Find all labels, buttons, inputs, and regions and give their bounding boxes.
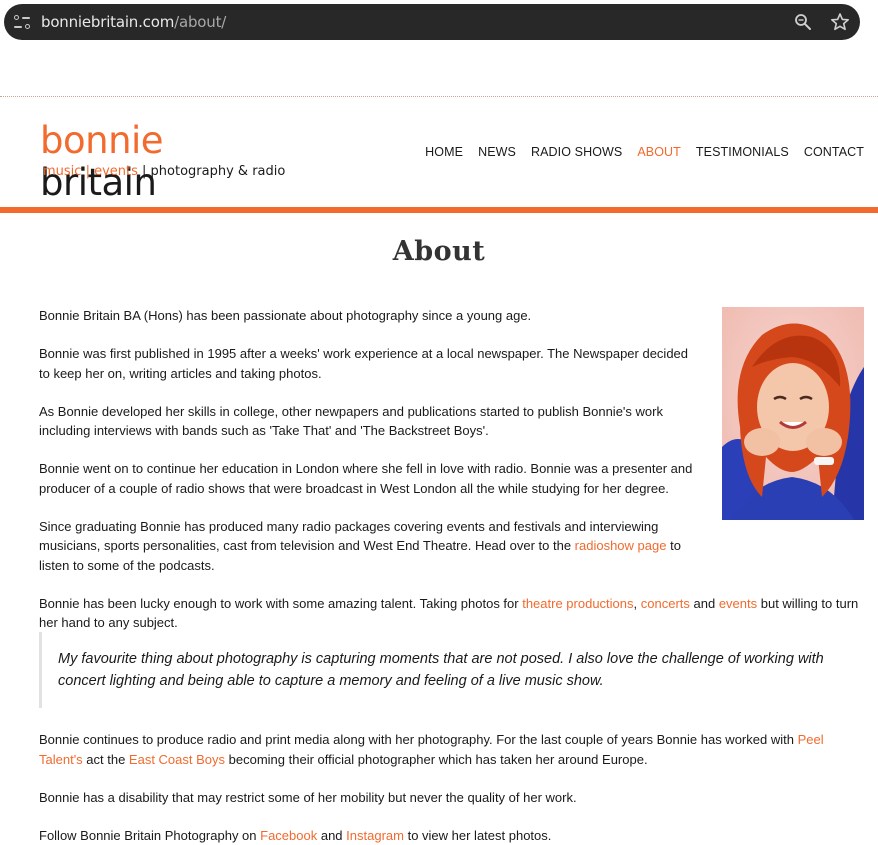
paragraph-talent-sep: , [633, 595, 641, 611]
paragraph-follow-and: and [317, 827, 347, 843]
main-navigation: HOME NEWS RADIO SHOWS ABOUT TESTIMONIALS… [425, 145, 864, 159]
theatre-productions-link[interactable]: theatre productions [522, 596, 633, 611]
paragraph-first-published: Bonnie was first published in 1995 after… [39, 346, 689, 381]
paragraph-talent: Bonnie has been lucky enough to work wit… [39, 594, 859, 633]
paragraph-graduating: Since graduating Bonnie has produced man… [39, 517, 699, 576]
radioshow-page-link[interactable]: radioshow page [575, 538, 667, 553]
logo-word-bonnie: bonnie [40, 119, 164, 162]
url-text[interactable]: bonniebritain.com/about/ [41, 13, 226, 31]
logo-tagline-rest: | photography & radio [137, 164, 286, 179]
photography-quote: My favourite thing about photography is … [39, 632, 859, 708]
site-info-icon[interactable] [14, 13, 32, 31]
paragraph-follow-text-b: to view her latest photos. [403, 827, 552, 843]
paragraph-london: Bonnie went on to continue her education… [39, 461, 693, 496]
bookmark-star-icon[interactable] [830, 12, 850, 32]
nav-contact[interactable]: CONTACT [804, 145, 864, 159]
paragraph-talent-and: and [689, 595, 719, 611]
paragraph-college: As Bonnie developed her skills in colleg… [39, 403, 663, 439]
zoom-icon[interactable] [794, 13, 812, 31]
nav-testimonials[interactable]: TESTIMONIALS [696, 145, 789, 159]
url-host: bonniebritain.com [41, 13, 175, 31]
logo-tagline-music: music [43, 164, 82, 179]
paragraph-talent-text-a: Bonnie has been lucky enough to work wit… [39, 595, 523, 611]
site-logo[interactable]: bonnie britain music | events | photogra… [40, 120, 285, 204]
logo-wordmark: bonnie britain [40, 120, 280, 204]
paragraph-radio-print-text-c: becoming their official photographer whi… [225, 751, 648, 767]
header-dotted-divider [0, 96, 878, 97]
paragraph-intro: Bonnie Britain BA (Hons) has been passio… [39, 308, 532, 323]
page-title: About [392, 236, 486, 267]
facebook-link[interactable]: Facebook [260, 828, 317, 843]
concerts-link[interactable]: concerts [641, 596, 690, 611]
header-accent-bar [0, 207, 878, 213]
logo-tagline-sep: | [81, 164, 95, 179]
logo-tagline-events: events [94, 164, 138, 179]
logo-tagline: music | events | photography & radio [43, 164, 285, 179]
east-coast-boys-link[interactable]: East Coast Boys [129, 752, 225, 767]
nav-news[interactable]: NEWS [478, 145, 516, 159]
nav-about[interactable]: ABOUT [637, 145, 681, 159]
nav-radio-shows[interactable]: RADIO SHOWS [531, 145, 622, 159]
address-bar[interactable]: bonniebritain.com/about/ [4, 4, 860, 40]
about-content: Bonnie Britain BA (Hons) has been passio… [39, 306, 859, 651]
instagram-link[interactable]: Instagram [346, 828, 404, 843]
paragraph-radio-print: Bonnie continues to produce radio and pr… [39, 730, 859, 769]
browser-toolbar: bonniebritain.com/about/ [0, 0, 878, 44]
url-path: /about/ [174, 13, 227, 31]
paragraph-follow: Follow Bonnie Britain Photography on Fac… [39, 826, 859, 845]
paragraph-radio-print-text-a: Bonnie continues to produce radio and pr… [39, 732, 798, 747]
about-content-continued: Bonnie continues to produce radio and pr… [39, 730, 859, 845]
paragraph-disability: Bonnie has a disability that may restric… [39, 789, 577, 805]
paragraph-radio-print-text-b: act the [82, 751, 129, 767]
paragraph-follow-text-a: Follow Bonnie Britain Photography on [39, 827, 261, 843]
paragraph-graduating-text-a: Since graduating Bonnie has produced man… [39, 518, 659, 554]
events-link[interactable]: events [719, 596, 757, 611]
nav-home[interactable]: HOME [425, 145, 463, 159]
